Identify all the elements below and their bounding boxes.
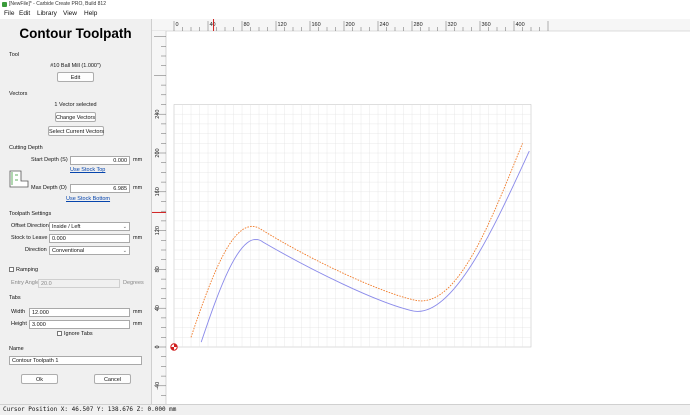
offset-direction-value: Inside / Left xyxy=(52,224,81,230)
edit-tool-button[interactable]: Edit xyxy=(57,72,94,82)
y-ruler-label: 80 xyxy=(155,266,161,272)
offset-direction-select[interactable]: Inside / Left ⌄ xyxy=(49,222,130,231)
vectors-status: 1 Vector selected xyxy=(54,102,97,108)
start-depth-label: Start Depth (S) xyxy=(31,157,68,163)
app-icon xyxy=(2,2,7,7)
ignore-tabs-checkbox[interactable] xyxy=(57,331,62,336)
direction-value: Conventional xyxy=(52,248,85,254)
direction-label: Direction xyxy=(25,247,47,253)
cutting-depth-section-label: Cutting Depth xyxy=(9,145,43,151)
menu-edit[interactable]: Edit xyxy=(19,10,30,17)
x-ruler-label: 80 xyxy=(244,22,250,28)
menu-file[interactable]: File xyxy=(4,10,14,17)
panel-title: Contour Toolpath xyxy=(19,26,132,41)
menu-library[interactable]: Library xyxy=(37,10,57,17)
title-bar: [NewFile]* - Carbide Create PRO, Build 8… xyxy=(0,0,690,9)
tab-height-label: Height xyxy=(11,321,27,327)
stock-to-leave-input[interactable]: 0.000 xyxy=(49,234,130,243)
ramping-label: Ramping xyxy=(16,267,39,273)
stock-to-leave-label: Stock to Leave xyxy=(11,235,48,241)
toolpath-name-input[interactable]: Contour Toolpath 1 xyxy=(9,356,142,365)
max-depth-input[interactable]: 6.985 xyxy=(70,184,130,193)
offset-direction-label: Offset Direction xyxy=(11,223,49,229)
tool-section-label: Tool xyxy=(9,52,20,58)
x-ruler-label: 0 xyxy=(176,22,179,28)
start-depth-unit: mm xyxy=(133,157,143,163)
max-depth-label: Max Depth (D) xyxy=(31,185,67,191)
start-depth-input[interactable]: 0.000 xyxy=(70,156,130,165)
chevron-down-icon: ⌄ xyxy=(122,224,127,230)
status-bar: Cursor Position X: 46.507 Y: 138.676 Z: … xyxy=(0,404,690,415)
ignore-tabs-label: Ignore Tabs xyxy=(64,331,93,337)
tabs-section-label: Tabs xyxy=(9,295,21,301)
x-ruler-label: 240 xyxy=(380,22,389,28)
max-depth-unit: mm xyxy=(133,185,143,191)
x-ruler-label: 400 xyxy=(516,22,525,28)
tab-height-input[interactable]: 3.000 xyxy=(29,320,130,329)
x-ruler-label: 280 xyxy=(414,22,423,28)
menu-help[interactable]: Help xyxy=(84,10,97,17)
origin-marker-quadrant xyxy=(170,347,174,351)
use-stock-bottom-link[interactable]: Use Stock Bottom xyxy=(66,196,110,202)
menu-bar: File Edit Library View Help xyxy=(0,9,690,19)
stock-to-leave-unit: mm xyxy=(133,235,143,241)
x-ruler-label: 120 xyxy=(278,22,287,28)
contour-toolpath-panel: Contour Toolpath Tool #10 Ball Mill (1.0… xyxy=(0,19,152,404)
x-ruler-label: 200 xyxy=(346,22,355,28)
name-section-label: Name xyxy=(9,346,24,352)
cancel-button[interactable]: Cancel xyxy=(94,374,131,384)
design-canvas[interactable]: 0 40 80 120 160 200 240 280 320 360 400 240 200 160 12… xyxy=(152,19,690,404)
x-ruler-label: 360 xyxy=(482,22,491,28)
tab-width-input[interactable]: 12.000 xyxy=(29,308,130,317)
y-ruler-label: 160 xyxy=(155,187,161,196)
canvas-svg[interactable]: 0 40 80 120 160 200 240 280 320 360 40024020016012… xyxy=(152,19,690,404)
tool-name: #10 Ball Mill (1.000") xyxy=(50,63,101,69)
y-ruler-label: 0 xyxy=(155,345,161,348)
direction-select[interactable]: Conventional ⌄ xyxy=(49,246,130,255)
select-current-vectors-button[interactable]: Select Current Vectors xyxy=(48,126,104,136)
entry-angle-unit: Degrees xyxy=(123,280,144,286)
use-stock-top-link[interactable]: Use Stock Top xyxy=(70,167,105,173)
entry-angle-input: 20.0 xyxy=(38,279,120,288)
x-ruler-label: 40 xyxy=(210,22,216,28)
y-ruler-label: 120 xyxy=(155,226,161,235)
y-ruler-label: 240 xyxy=(155,110,161,119)
toolpath-settings-section-label: Toolpath Settings xyxy=(9,211,52,217)
entry-angle-label: Entry Angle xyxy=(11,280,40,286)
cursor-position-readout: Cursor Position X: 46.507 Y: 138.676 Z: … xyxy=(3,406,177,413)
change-vectors-button[interactable]: Change Vectors xyxy=(55,112,96,122)
chevron-down-icon: ⌄ xyxy=(122,248,127,254)
menu-view[interactable]: View xyxy=(63,10,77,17)
x-ruler-label: 320 xyxy=(448,22,457,28)
tab-width-label: Width xyxy=(11,309,26,315)
x-ruler-label: 160 xyxy=(312,22,321,28)
ok-button[interactable]: Ok xyxy=(21,374,58,384)
tab-height-unit: mm xyxy=(133,321,143,327)
y-ruler-label: 200 xyxy=(155,148,161,157)
window-title: [NewFile]* - Carbide Create PRO, Build 8… xyxy=(9,1,106,7)
y-ruler-label: 40 xyxy=(155,305,161,311)
tab-width-unit: mm xyxy=(133,309,143,315)
depth-diagram-icon xyxy=(9,170,29,188)
vectors-section-label: Vectors xyxy=(9,91,28,97)
y-ruler-label: -40 xyxy=(155,382,161,390)
ramping-checkbox[interactable] xyxy=(9,267,14,272)
